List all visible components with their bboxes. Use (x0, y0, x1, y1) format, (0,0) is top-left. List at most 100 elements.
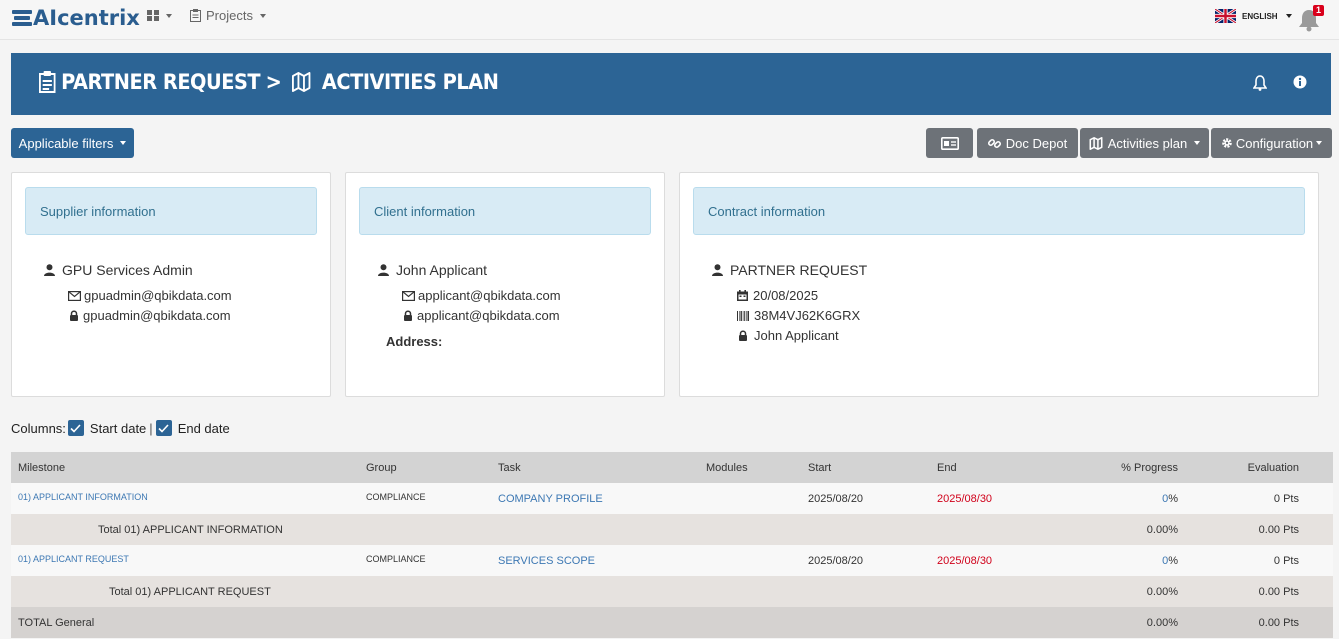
info-icon[interactable] (1293, 75, 1307, 89)
task-link[interactable]: SERVICES SCOPE (498, 555, 595, 567)
end-date-cell: 2025/08/30 (930, 483, 1058, 514)
checkbox-icon (70, 423, 82, 433)
subtotal-evaluation: 0.00 Pts (1185, 514, 1333, 545)
client-address-label: Address: (386, 334, 443, 349)
col-header-end[interactable]: End (930, 452, 1058, 483)
client-email: applicant@qbikdata.com (418, 288, 561, 303)
page-header-banner: PARTNER REQUEST > ACTIVITIES PLAN (11, 53, 1331, 115)
user-icon (44, 264, 55, 276)
end-date-checkbox[interactable] (155, 420, 172, 436)
chevron-down-icon (1194, 141, 1201, 145)
language-selector[interactable]: ENGLISH (1215, 9, 1292, 23)
uk-flag-icon (1215, 9, 1236, 23)
start-date-label[interactable]: Start date (90, 421, 146, 436)
configuration-label: Configuration (1235, 135, 1314, 151)
configuration-button[interactable]: Configuration (1211, 128, 1332, 158)
end-date-label[interactable]: End date (178, 421, 230, 436)
client-login-row: applicant@qbikdata.com (403, 308, 560, 323)
start-date-cell: 2025/08/20 (801, 545, 930, 576)
table-header-row: Milestone Group Task Modules Start End %… (11, 452, 1333, 483)
supplier-email-row: gpuadmin@qbikdata.com (68, 288, 232, 303)
chevron-down-icon (1285, 14, 1292, 18)
activities-plan-button[interactable]: Activities plan (1080, 128, 1209, 158)
start-date-cell: 2025/08/20 (801, 483, 930, 514)
map-icon (1089, 136, 1103, 150)
projects-label: Projects (206, 8, 253, 23)
app-logo[interactable]: AIcentrix (12, 4, 140, 32)
top-navbar: AIcentrix Projects ENGLISH 1 (0, 0, 1339, 40)
activities-plan-label: Activities plan (1107, 135, 1188, 151)
client-login: applicant@qbikdata.com (417, 308, 560, 323)
start-date-checkbox[interactable] (67, 420, 84, 436)
client-name: John Applicant (396, 262, 488, 278)
banner-actions (1253, 75, 1307, 91)
applicable-filters-label: Applicable filters (18, 135, 114, 151)
barcode-icon (737, 310, 749, 321)
grand-total-progress: 0.00% (1058, 607, 1185, 638)
doc-depot-button[interactable]: Doc Depot (977, 128, 1078, 158)
notification-badge: 1 (1313, 5, 1325, 16)
contract-owner-row: John Applicant (738, 328, 839, 343)
columns-separator: | (149, 420, 153, 436)
columns-label: Columns: (11, 420, 66, 436)
map-icon (291, 72, 310, 92)
col-header-evaluation[interactable]: Evaluation (1185, 452, 1333, 483)
page-title: PARTNER REQUEST > ACTIVITIES PLAN (39, 70, 499, 94)
chevron-down-icon (259, 13, 266, 18)
progress-cell: 0% (1058, 483, 1185, 514)
group-cell: COMPLIANCE (366, 554, 426, 564)
bell-icon[interactable] (1253, 75, 1267, 91)
subtotal-label: Total 01) APPLICANT REQUEST (11, 576, 1058, 607)
calendar-icon (737, 290, 748, 301)
col-header-milestone[interactable]: Milestone (11, 452, 359, 483)
client-info-panel: Client information John Applicant applic… (345, 172, 665, 397)
projects-menu[interactable]: Projects (190, 8, 266, 23)
contract-info-panel: Contract information PARTNER REQUEST 20/… (679, 172, 1319, 397)
gear-icon (1222, 138, 1232, 148)
contract-name: PARTNER REQUEST (730, 262, 868, 278)
col-header-group[interactable]: Group (359, 452, 491, 483)
col-header-progress[interactable]: % Progress (1058, 452, 1185, 483)
supplier-email: gpuadmin@qbikdata.com (84, 288, 232, 303)
progress-cell: 0% (1058, 545, 1185, 576)
contract-date-row: 20/08/2025 (737, 288, 818, 303)
modules-cell (699, 545, 801, 576)
link-icon (987, 138, 1001, 148)
language-label: ENGLISH (1242, 11, 1278, 21)
contract-name-row: PARTNER REQUEST (712, 262, 867, 278)
columns-chooser: Columns: Start date | End date (11, 420, 230, 436)
contract-code: 38M4VJ62K6GRX (754, 308, 861, 323)
group-cell: COMPLIANCE (366, 492, 426, 502)
logo-text: AIcentrix (33, 6, 140, 30)
progress-unit: % (1168, 554, 1178, 567)
contract-date: 20/08/2025 (753, 288, 819, 303)
col-header-task[interactable]: Task (491, 452, 699, 483)
breadcrumb-separator: > (265, 70, 282, 94)
applicable-filters-button[interactable]: Applicable filters (11, 128, 134, 158)
supplier-info-panel: Supplier information GPU Services Admin … (11, 172, 331, 397)
doc-depot-label: Doc Depot (1005, 135, 1068, 151)
clipboard-icon (190, 9, 201, 22)
client-email-row: applicant@qbikdata.com (402, 288, 561, 303)
subtotal-label: Total 01) APPLICANT INFORMATION (11, 514, 1058, 545)
notifications-button[interactable]: 1 (1298, 5, 1325, 32)
apps-grid-menu[interactable] (147, 10, 172, 22)
supplier-login: gpuadmin@qbikdata.com (83, 308, 231, 323)
milestone-link[interactable]: 01) APPLICANT REQUEST (18, 554, 129, 564)
modules-cell (699, 483, 801, 514)
task-link[interactable]: COMPANY PROFILE (498, 493, 603, 505)
contact-card-button[interactable] (926, 128, 973, 158)
milestone-link[interactable]: 01) APPLICANT INFORMATION (18, 492, 148, 502)
subtotal-evaluation: 0.00 Pts (1185, 576, 1333, 607)
subtotal-progress: 0.00% (1058, 576, 1185, 607)
contract-code-row: 38M4VJ62K6GRX (737, 308, 860, 323)
breadcrumb-parent[interactable]: PARTNER REQUEST (61, 70, 261, 94)
supplier-name: GPU Services Admin (62, 262, 193, 278)
col-header-modules[interactable]: Modules (699, 452, 801, 483)
supplier-login-row: gpuadmin@qbikdata.com (69, 308, 231, 323)
chevron-down-icon (120, 141, 127, 145)
col-header-start[interactable]: Start (801, 452, 930, 483)
grid-icon (147, 10, 159, 21)
logo-mark-icon (12, 9, 32, 27)
contract-owner: John Applicant (754, 328, 839, 343)
